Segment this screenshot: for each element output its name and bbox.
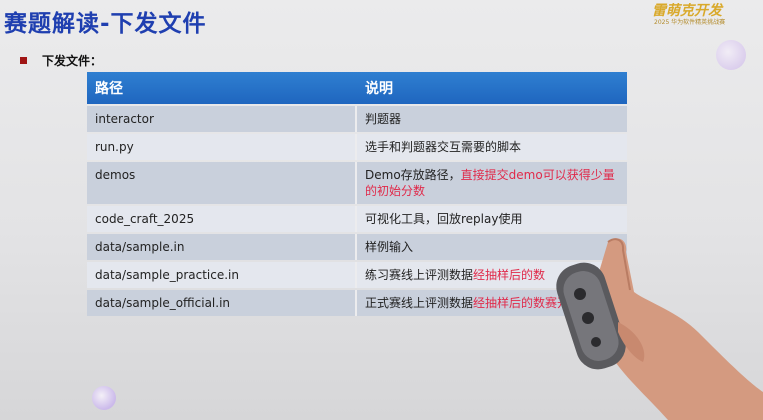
file-description: 判题器: [357, 106, 627, 132]
table-row: code_craft_2025 可视化工具，回放replay使用: [87, 206, 627, 232]
header-path: 路径: [87, 72, 357, 104]
header-description: 说明: [357, 72, 627, 104]
file-path: data/sample_official.in: [87, 290, 357, 316]
decorative-orb: [716, 40, 746, 70]
file-path: code_craft_2025: [87, 206, 357, 232]
logo-subtext: 2025 华为软件精英挑战赛: [654, 19, 726, 26]
event-logo: 雷萌克开发 2025 华为软件精英挑战赛: [652, 0, 756, 30]
table-header-row: 路径 说明: [87, 72, 627, 104]
file-description: 选手和判题器交互需要的脚本: [357, 134, 627, 160]
file-path: demos: [87, 162, 357, 204]
file-description: 可视化工具，回放replay使用: [357, 206, 627, 232]
table-row: data/sample_practice.in 练习赛线上评测数据经抽样后的数: [87, 262, 627, 288]
file-path: run.py: [87, 134, 357, 160]
table-row: data/sample.in 样例输入: [87, 234, 627, 260]
presenter-hand-with-clicker: [556, 238, 763, 420]
highlight-text: 经抽样后的数: [473, 268, 546, 282]
file-description: Demo存放路径，直接提交demo可以获得少量的初始分数: [357, 162, 627, 204]
section-subtitle: 下发文件：: [42, 54, 103, 68]
table-row: interactor 判题器: [87, 106, 627, 132]
table-row: demos Demo存放路径，直接提交demo可以获得少量的初始分数: [87, 162, 627, 204]
slide-title: 赛题解读-下发文件: [4, 11, 207, 37]
table-row: data/sample_official.in 正式赛线上评测数据经抽样后的数赛…: [87, 290, 627, 316]
file-path: data/sample.in: [87, 234, 357, 260]
table-row: run.py 选手和判题器交互需要的脚本: [87, 134, 627, 160]
slide: 赛题解读-下发文件 雷萌克开发 2025 华为软件精英挑战赛 下发文件： 路径 …: [0, 0, 763, 420]
file-path: data/sample_practice.in: [87, 262, 357, 288]
decorative-orb: [92, 386, 116, 410]
file-path: interactor: [87, 106, 357, 132]
files-table: 路径 说明 interactor 判题器 run.py 选手和判题器交互需要的脚…: [87, 70, 627, 318]
bullet-icon: [20, 57, 27, 64]
